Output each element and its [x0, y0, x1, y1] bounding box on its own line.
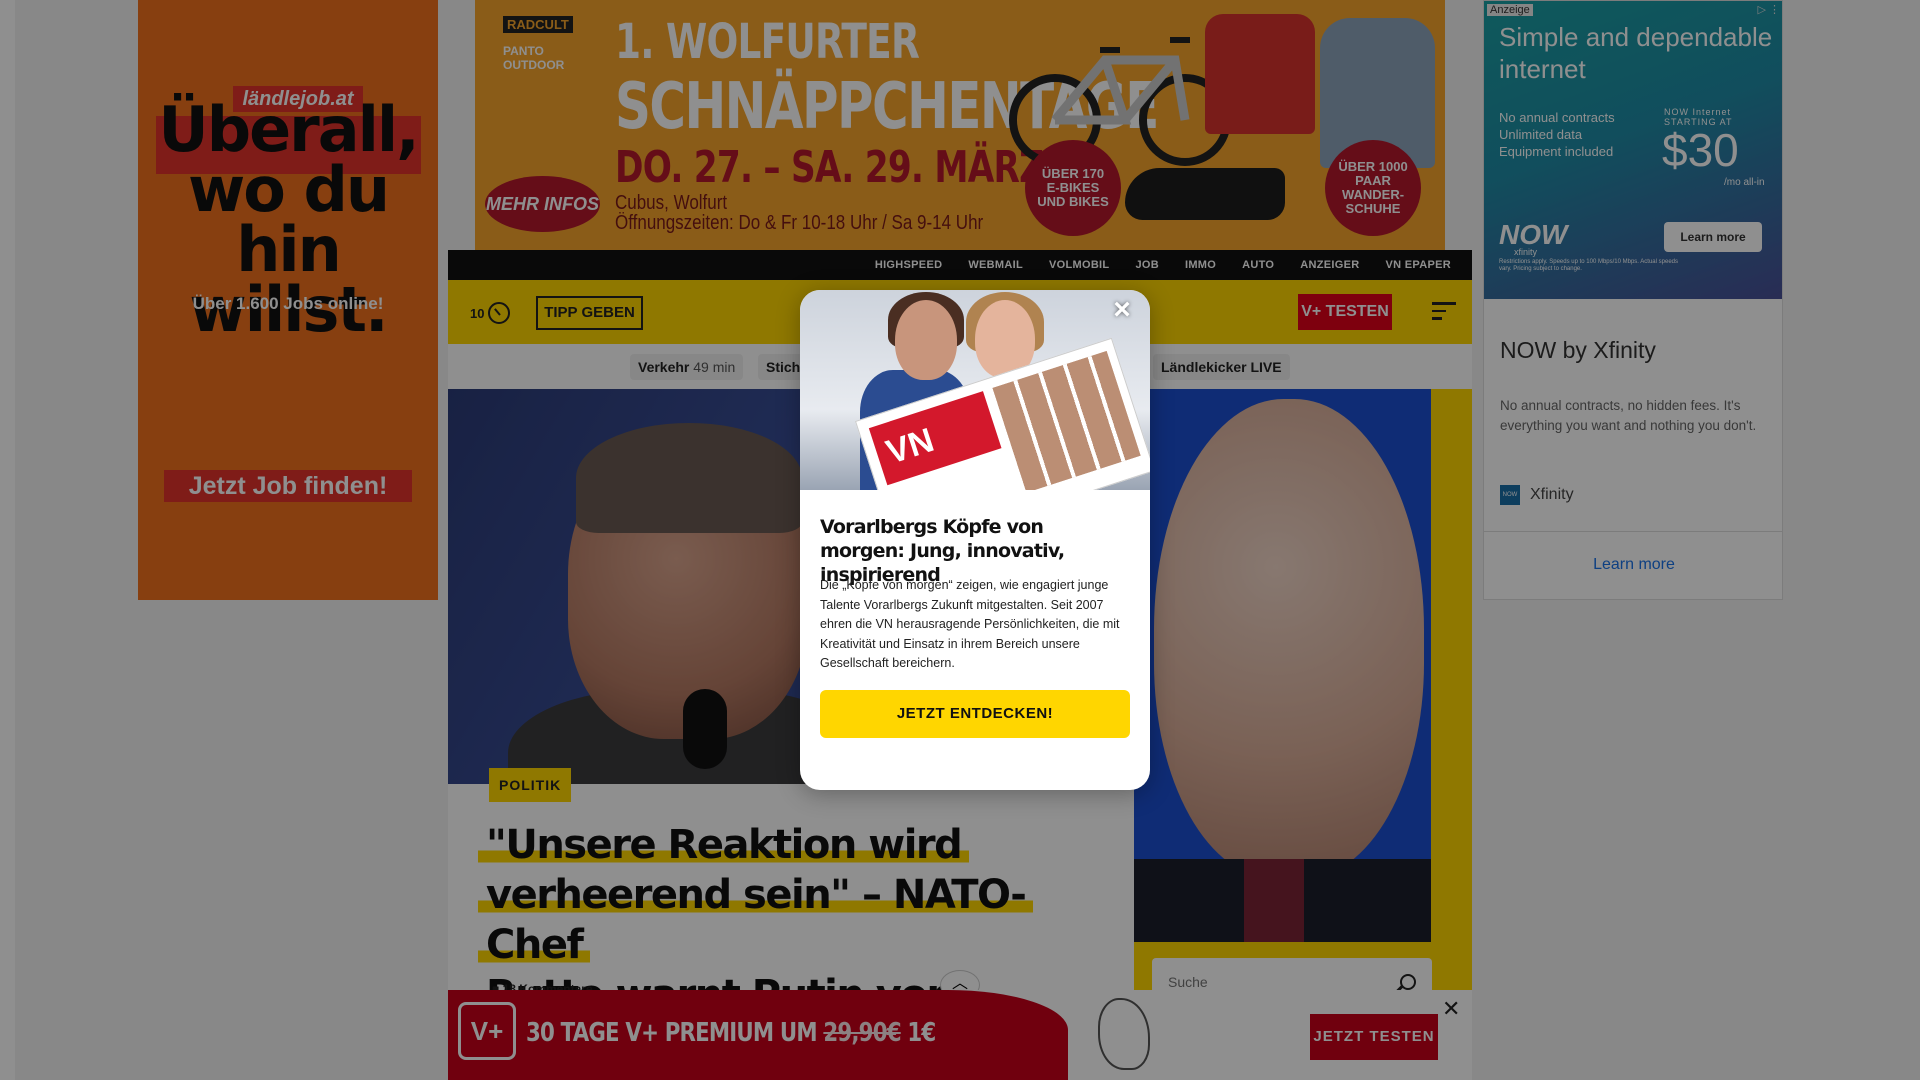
promo-modal: VN × Vorarlbergs Köpfe von morgen: Jung,…	[800, 290, 1150, 790]
modal-text: Die „Köpfe von morgen“ zeigen, wie engag…	[820, 578, 1120, 670]
modal-image: VN	[800, 290, 1150, 490]
banner-shade	[448, 990, 1472, 1080]
page: ländlejob.at Überall, wo du hin willst. …	[0, 0, 1920, 1080]
portrait-grid	[992, 350, 1141, 490]
close-modal-icon[interactable]: ×	[1106, 295, 1138, 328]
jetzt-entdecken-button[interactable]: JETZT ENTDECKEN!	[820, 690, 1130, 738]
